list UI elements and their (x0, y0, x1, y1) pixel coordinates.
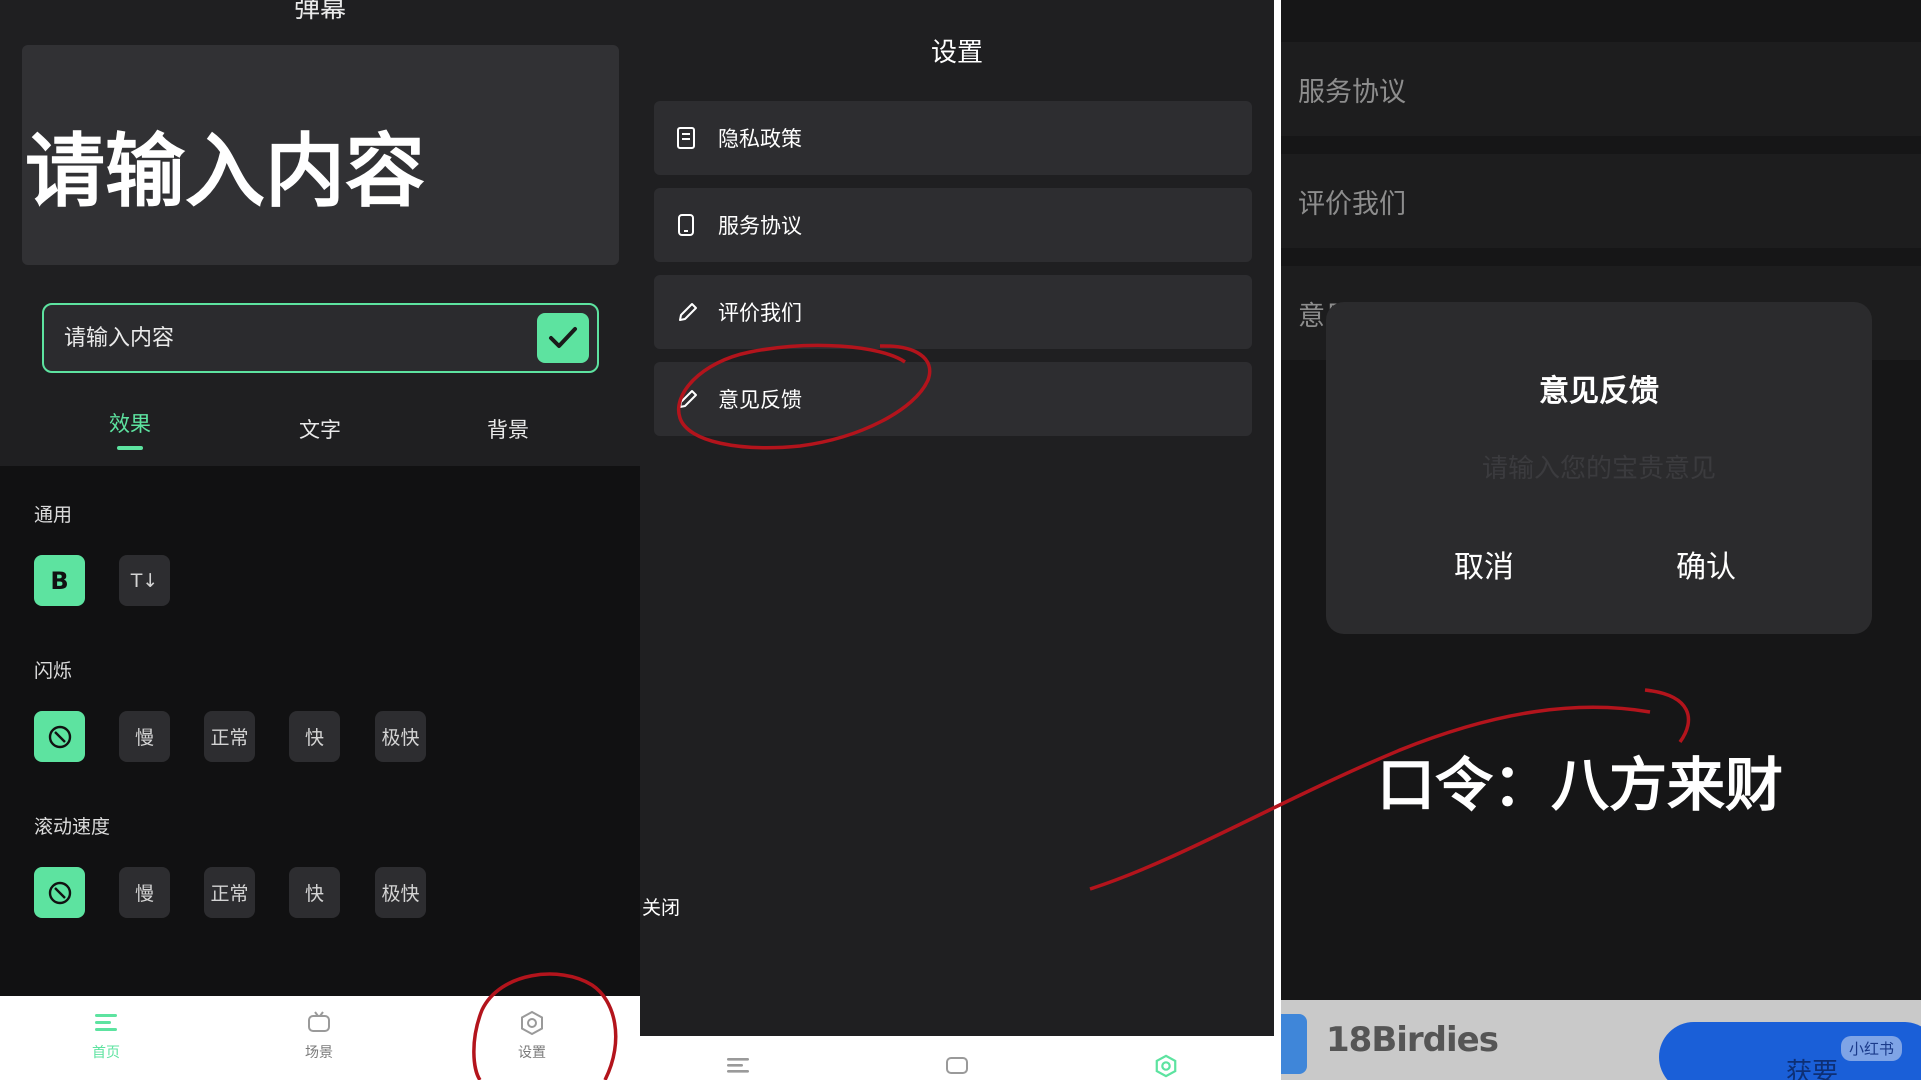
feedback-dialog-panel: 服务协议 评价我们 意见 意见反馈 取消 确认 口令：八方来财 18Birdie… (1281, 0, 1921, 1080)
disabled-icon (48, 725, 71, 748)
pencil-icon (679, 390, 697, 408)
scroll-fast-button[interactable]: 快 (289, 867, 340, 918)
nav-scene[interactable]: 场景 (274, 1010, 364, 1062)
nav-settings[interactable]: 设置 (487, 1010, 577, 1062)
section-scroll-label: 滚动速度 (34, 816, 111, 838)
disabled-icon (48, 881, 71, 904)
scene-icon[interactable] (943, 1054, 971, 1076)
rate-us-label: 评价我们 (718, 301, 802, 325)
flash-very-fast-button[interactable]: 极快 (375, 711, 426, 762)
section-flash-label: 闪烁 (34, 660, 73, 682)
ad-brand: 18Birdies (1326, 1020, 1499, 1060)
service-agreement-label: 服务协议 (718, 214, 802, 238)
scroll-normal-button[interactable]: 正常 (204, 867, 255, 918)
bottom-nav (640, 1036, 1274, 1080)
bold-button[interactable]: B (34, 555, 85, 606)
nav-settings-label: 设置 (518, 1045, 546, 1061)
watermark-badge: 小红书 (1841, 1036, 1903, 1061)
confirm-button[interactable]: 确认 (1676, 542, 1736, 586)
settings-panel: 设置 隐私政策 服务协议 评价我们 意见反馈 关闭 (640, 0, 1274, 1080)
pencil-icon (679, 303, 697, 321)
scroll-off-button[interactable] (34, 867, 85, 918)
rate-us-item[interactable]: 评价我们 (1281, 154, 1921, 248)
scene-icon (308, 1011, 330, 1032)
settings-icon[interactable] (1152, 1054, 1180, 1078)
privacy-policy-label: 隐私政策 (718, 127, 802, 151)
nav-home[interactable]: 首页 (61, 1010, 151, 1062)
nav-scene-label: 场景 (305, 1045, 333, 1061)
flash-slow-button[interactable]: 慢 (119, 711, 170, 762)
cancel-button[interactable]: 取消 (1454, 542, 1514, 586)
tab-effect[interactable]: 效果 (80, 408, 180, 450)
flash-off-button[interactable] (34, 711, 85, 762)
feedback-dialog: 意见反馈 取消 确认 (1326, 302, 1872, 634)
confirm-button[interactable] (537, 313, 589, 363)
content-input-box (42, 303, 599, 373)
service-agreement-item[interactable]: 服务协议 (1281, 42, 1921, 136)
ad-app-icon (1281, 1014, 1307, 1074)
danmaku-preview: 请输入内容 (22, 45, 619, 265)
danmaku-panel: 弹幕 请输入内容 效果 文字 背景 通用 B T↓ 闪烁 (0, 0, 640, 1080)
effect-options: 通用 B T↓ 闪烁 慢 正常 快 极快 滚动速度 慢 正常 快 极快 (0, 466, 640, 996)
section-general-label: 通用 (34, 504, 73, 526)
tab-text[interactable]: 文字 (270, 414, 370, 444)
text-size-button[interactable]: T↓ (119, 555, 170, 606)
feedback-label: 意见反馈 (718, 388, 802, 412)
check-icon (549, 327, 577, 348)
home-icon[interactable] (724, 1054, 752, 1076)
scroll-slow-button[interactable]: 慢 (119, 867, 170, 918)
ad-action-label: 获要 (1786, 1058, 1839, 1080)
tab-background[interactable]: 背景 (458, 414, 558, 444)
flash-fast-button[interactable]: 快 (289, 711, 340, 762)
settings-title: 设置 (930, 38, 983, 68)
document-icon (677, 127, 695, 149)
home-icon (95, 1014, 117, 1031)
feedback-input[interactable] (1386, 448, 1812, 490)
ad-banner[interactable]: 18Birdies 获要 小红书 (1281, 1000, 1921, 1080)
feedback-item[interactable]: 意见反馈 (654, 362, 1252, 436)
settings-icon (521, 1010, 543, 1036)
nav-home-label: 首页 (92, 1045, 120, 1061)
rate-us-label: 评价我们 (1298, 189, 1406, 220)
service-agreement-label: 服务协议 (1298, 77, 1406, 108)
bottom-nav: 首页 场景 设置 (0, 996, 640, 1080)
tab-effect-label: 效果 (109, 412, 151, 436)
tab-active-indicator (117, 446, 143, 450)
flash-normal-button[interactable]: 正常 (204, 711, 255, 762)
phone-icon (678, 214, 694, 236)
tab-background-label: 背景 (487, 418, 529, 442)
preview-text: 请输入内容 (25, 125, 425, 218)
tab-bar: 效果 文字 背景 (0, 408, 640, 458)
page-title: 弹幕 (293, 0, 346, 24)
panel-divider (1274, 0, 1281, 1080)
service-agreement-item[interactable]: 服务协议 (654, 188, 1252, 262)
dialog-title: 意见反馈 (1539, 374, 1659, 409)
overlay-caption: 口令：八方来财 (1377, 751, 1784, 819)
privacy-policy-item[interactable]: 隐私政策 (654, 101, 1252, 175)
tab-text-label: 文字 (299, 418, 341, 442)
scroll-very-fast-button[interactable]: 极快 (375, 867, 426, 918)
content-input[interactable] (64, 317, 504, 359)
close-button[interactable]: 关闭 (642, 893, 680, 920)
rate-us-item[interactable]: 评价我们 (654, 275, 1252, 349)
